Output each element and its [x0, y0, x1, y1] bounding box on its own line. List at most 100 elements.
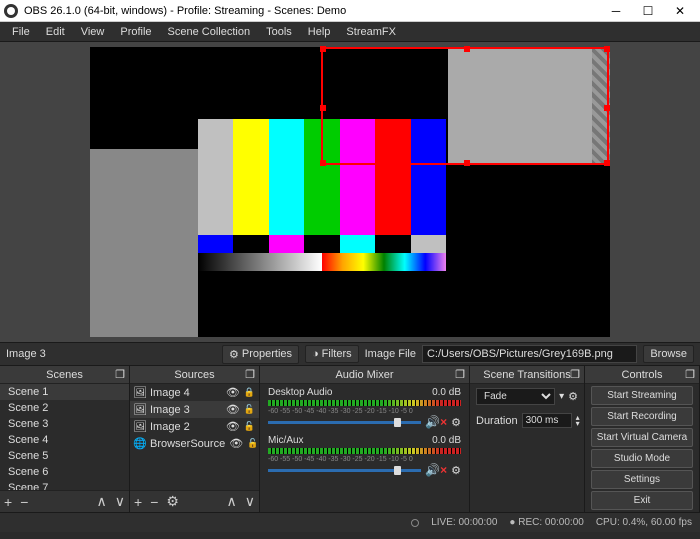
lock-icon[interactable]: 🔒: [244, 387, 255, 398]
menu-streamfx[interactable]: StreamFX: [338, 24, 404, 40]
unlock-icon[interactable]: 🔓: [244, 404, 255, 415]
unlock-icon[interactable]: 🔓: [247, 438, 258, 449]
minimize-button[interactable]: ─: [600, 0, 632, 22]
source-settings-button[interactable]: ⚙: [166, 493, 179, 510]
transitions-header: Scene Transitions❐: [470, 366, 584, 384]
remove-source-button[interactable]: −: [150, 494, 158, 510]
popout-icon[interactable]: ❐: [115, 368, 125, 381]
handle-tr[interactable]: [604, 46, 610, 52]
handle-tm[interactable]: [464, 46, 470, 52]
eye-icon[interactable]: 👁: [226, 386, 240, 399]
scene-item[interactable]: Scene 1: [0, 384, 129, 400]
control-button[interactable]: Start Virtual Camera: [591, 428, 693, 447]
source-up-button[interactable]: ∧: [227, 493, 237, 510]
channel-gear-icon[interactable]: ⚙: [451, 464, 461, 477]
eye-icon[interactable]: 👁: [226, 420, 240, 433]
controls-body: Start Streaming Start Recording Start Virt…: [585, 384, 699, 512]
menu-file[interactable]: File: [4, 24, 38, 40]
menu-tools[interactable]: Tools: [258, 24, 300, 40]
popout-icon[interactable]: ❐: [570, 368, 580, 381]
handle-tl[interactable]: [320, 46, 326, 52]
sources-footer: + − ⚙ ∧ ∨: [130, 490, 259, 512]
duration-spinner[interactable]: ▴▾: [576, 415, 580, 427]
transition-gear-icon[interactable]: ⚙: [568, 390, 578, 403]
source-name: BrowserSource: [150, 438, 225, 450]
popout-icon[interactable]: ❐: [685, 368, 695, 381]
channel-gear-icon[interactable]: ⚙: [451, 416, 461, 429]
menu-edit[interactable]: Edit: [38, 24, 73, 40]
preview-area: [0, 42, 700, 342]
volume-slider[interactable]: [268, 421, 421, 424]
control-button[interactable]: Studio Mode: [591, 449, 693, 468]
scene-item[interactable]: Scene 2: [0, 400, 129, 416]
scene-up-button[interactable]: ∧: [97, 493, 107, 510]
duration-label: Duration: [476, 415, 518, 427]
control-button[interactable]: Start Recording: [591, 407, 693, 426]
scene-down-button[interactable]: ∨: [115, 493, 125, 510]
source-item[interactable]: 🖼Image 3👁🔓: [130, 401, 259, 418]
scene-item[interactable]: Scene 6: [0, 464, 129, 480]
transitions-body: Fade ▾ ⚙ Duration ▴▾: [470, 384, 584, 512]
gear-icon: ⚙: [229, 348, 239, 361]
window-title: OBS 26.1.0 (64-bit, windows) - Profile: …: [24, 5, 600, 17]
source-image2: [90, 149, 198, 337]
scene-item[interactable]: Scene 5: [0, 448, 129, 464]
unlock-icon[interactable]: 🔓: [244, 421, 255, 432]
scene-item[interactable]: Scene 3: [0, 416, 129, 432]
menu-profile[interactable]: Profile: [112, 24, 159, 40]
image-icon: 🖼: [134, 404, 146, 416]
transition-select[interactable]: Fade: [476, 388, 555, 405]
mute-button[interactable]: 🔊×: [425, 463, 447, 477]
image-file-input[interactable]: [422, 345, 637, 363]
handle-br[interactable]: [604, 160, 610, 166]
sources-header: Sources ❐: [130, 366, 259, 384]
menu-help[interactable]: Help: [300, 24, 339, 40]
eye-icon[interactable]: 👁: [226, 403, 240, 416]
close-button[interactable]: ✕: [664, 0, 696, 22]
channel-level: 0.0 dB: [432, 435, 461, 446]
menu-view[interactable]: View: [73, 24, 113, 40]
control-button[interactable]: Start Streaming: [591, 386, 693, 405]
control-button[interactable]: Settings: [591, 470, 693, 489]
handle-bl[interactable]: [320, 160, 326, 166]
mute-button[interactable]: 🔊×: [425, 415, 447, 429]
mixer-dock: Audio Mixer❐ Desktop Audio0.0 dB-60 -55 …: [260, 366, 470, 512]
browse-button[interactable]: Browse: [643, 345, 694, 363]
mixer-title: Audio Mixer: [335, 369, 393, 381]
preview-canvas[interactable]: [90, 47, 610, 337]
menubar: File Edit View Profile Scene Collection …: [0, 22, 700, 42]
scene-item[interactable]: Scene 4: [0, 432, 129, 448]
sources-title: Sources: [174, 369, 214, 381]
volume-slider[interactable]: [268, 469, 421, 472]
channel-level: 0.0 dB: [432, 387, 461, 398]
eye-icon[interactable]: 👁: [229, 437, 243, 450]
add-scene-button[interactable]: +: [4, 494, 12, 510]
controls-title: Controls: [622, 369, 663, 381]
mixer-header: Audio Mixer ❐: [260, 366, 469, 384]
handle-bm[interactable]: [464, 160, 470, 166]
popout-icon[interactable]: ❐: [455, 368, 465, 381]
selection-box[interactable]: [321, 47, 609, 165]
add-source-button[interactable]: +: [134, 494, 142, 510]
source-down-button[interactable]: ∨: [245, 493, 255, 510]
handle-mr[interactable]: [604, 105, 610, 111]
popout-icon[interactable]: ❐: [245, 368, 255, 381]
filters-button[interactable]: ◑Filters: [305, 345, 359, 363]
maximize-button[interactable]: ☐: [632, 0, 664, 22]
scene-item[interactable]: Scene 7: [0, 480, 129, 490]
meter-ticks: -60 -55 -50 -45 -40 -35 -30 -25 -20 -15 …: [268, 456, 461, 463]
duration-input[interactable]: [522, 413, 572, 428]
filters-label: Filters: [322, 348, 352, 360]
remove-scene-button[interactable]: −: [20, 494, 28, 510]
source-item[interactable]: 🌐BrowserSource👁🔓: [130, 435, 259, 452]
scenes-dock: Scenes❐ Scene 1Scene 2Scene 3Scene 4Scen…: [0, 366, 130, 512]
menu-scene-collection[interactable]: Scene Collection: [160, 24, 259, 40]
status-bar: LIVE: 00:00:00 ● REC: 00:00:00 CPU: 0.4%…: [0, 512, 700, 532]
properties-button[interactable]: ⚙Properties: [222, 345, 299, 364]
source-item[interactable]: 🖼Image 4👁🔒: [130, 384, 259, 401]
chevron-down-icon[interactable]: ▾: [559, 391, 564, 402]
channel-name: Mic/Aux: [268, 435, 304, 446]
control-button[interactable]: Exit: [591, 491, 693, 510]
handle-ml[interactable]: [320, 105, 326, 111]
source-item[interactable]: 🖼Image 2👁🔓: [130, 418, 259, 435]
